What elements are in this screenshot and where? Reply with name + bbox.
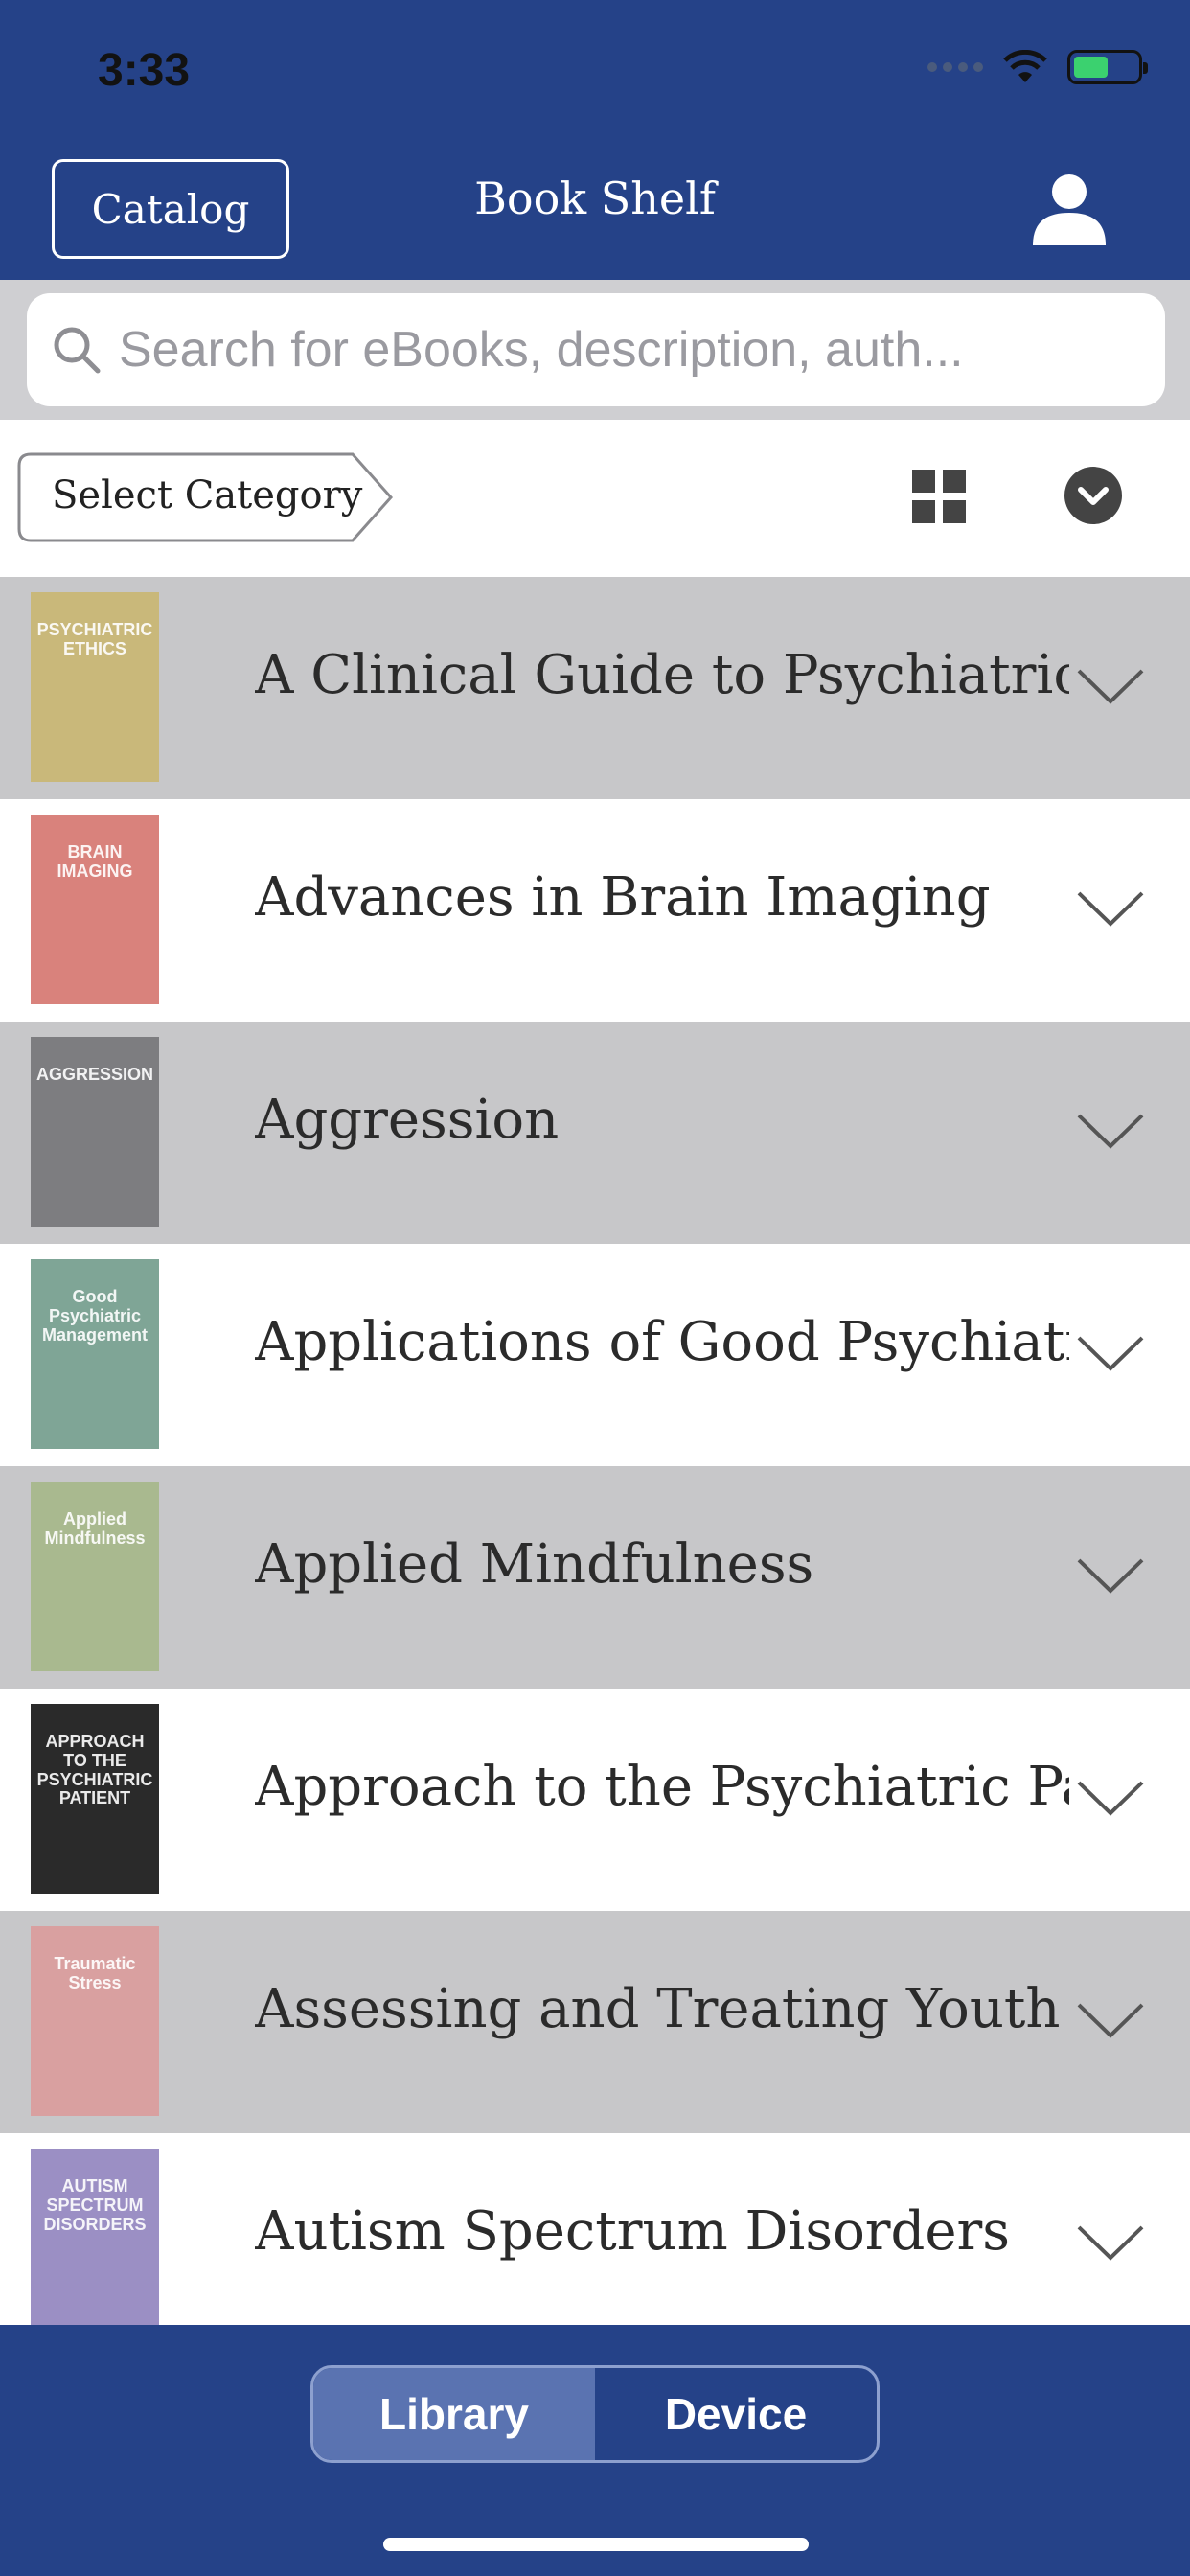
chevron-down-icon[interactable] bbox=[1075, 1999, 1146, 2041]
search-icon bbox=[54, 327, 101, 374]
book-row[interactable]: Good Psychiatric Management Applications… bbox=[0, 1244, 1190, 1466]
home-indicator bbox=[383, 2538, 809, 2551]
select-category-label: Select Category bbox=[52, 473, 363, 518]
cover-title-text: PSYCHIATRIC ETHICS bbox=[36, 620, 153, 658]
book-title: Aggression bbox=[255, 1089, 560, 1151]
book-row[interactable]: PSYCHIATRIC ETHICS A Clinical Guide to P… bbox=[0, 577, 1190, 799]
book-cover: Traumatic Stress bbox=[31, 1926, 159, 2116]
search-input[interactable] bbox=[119, 321, 1134, 379]
chevron-down-icon[interactable] bbox=[1075, 665, 1146, 707]
book-cover: AUTISM SPECTRUM DISORDERS bbox=[31, 2149, 159, 2325]
filter-bar: Select Category bbox=[0, 420, 1190, 577]
book-cover: Applied Mindfulness bbox=[31, 1482, 159, 1671]
book-cover: APPROACH TO THE PSYCHIATRIC PATIENT bbox=[31, 1704, 159, 1894]
book-cover: BRAIN IMAGING bbox=[31, 815, 159, 1004]
chevron-down-icon[interactable] bbox=[1075, 1777, 1146, 1819]
book-cover: PSYCHIATRIC ETHICS bbox=[31, 592, 159, 782]
battery-icon bbox=[1067, 50, 1148, 84]
user-profile-icon[interactable] bbox=[1029, 171, 1110, 247]
cover-title-text: BRAIN IMAGING bbox=[57, 842, 133, 881]
book-row[interactable]: BRAIN IMAGING Advances in Brain Imaging bbox=[0, 799, 1190, 1022]
book-title: A Clinical Guide to Psychiatric... bbox=[255, 644, 1069, 706]
book-title: Autism Spectrum Disorders bbox=[255, 2200, 1011, 2263]
book-title: Applications of Good Psychiatri... bbox=[255, 1311, 1069, 1373]
book-row[interactable]: APPROACH TO THE PSYCHIATRIC PATIENT Appr… bbox=[0, 1689, 1190, 1911]
tab-library[interactable]: Library bbox=[313, 2368, 595, 2460]
cover-title-text: APPROACH TO THE PSYCHIATRIC PATIENT bbox=[36, 1732, 153, 1808]
app-header: 3:33 Catalog Book Shelf bbox=[0, 0, 1190, 280]
book-cover: AGGRESSION bbox=[31, 1037, 159, 1227]
sort-dropdown-icon[interactable] bbox=[1064, 466, 1123, 525]
search-box[interactable] bbox=[27, 293, 1165, 406]
cover-title-text: Good Psychiatric Management bbox=[41, 1287, 149, 1345]
signal-icon bbox=[927, 62, 983, 72]
book-row[interactable]: Traumatic Stress Assessing and Treating … bbox=[0, 1911, 1190, 2133]
bottom-bar: Library Device bbox=[0, 2325, 1190, 2576]
grid-view-icon[interactable] bbox=[912, 470, 966, 523]
cover-title-text: Traumatic Stress bbox=[54, 1954, 136, 1992]
search-bar-container bbox=[0, 280, 1190, 420]
select-category-button[interactable]: Select Category bbox=[17, 452, 395, 542]
book-title: Advances in Brain Imaging bbox=[255, 866, 991, 929]
wifi-icon bbox=[1003, 50, 1047, 82]
book-cover: Good Psychiatric Management bbox=[31, 1259, 159, 1449]
chevron-down-icon[interactable] bbox=[1075, 2221, 1146, 2264]
book-title: Assessing and Treating Youth E... bbox=[255, 1978, 1069, 2040]
book-row[interactable]: AGGRESSION Aggression bbox=[0, 1022, 1190, 1244]
status-time: 3:33 bbox=[98, 45, 191, 96]
book-list: PSYCHIATRIC ETHICS A Clinical Guide to P… bbox=[0, 577, 1190, 2325]
library-device-segmented-control: Library Device bbox=[310, 2365, 880, 2463]
book-row[interactable]: Applied Mindfulness Applied Mindfulness bbox=[0, 1466, 1190, 1689]
chevron-down-icon[interactable] bbox=[1075, 1332, 1146, 1374]
book-title: Approach to the Psychiatric Pat... bbox=[255, 1756, 1069, 1818]
cover-title-text: Applied Mindfulness bbox=[44, 1509, 146, 1548]
chevron-down-icon[interactable] bbox=[1075, 1554, 1146, 1597]
tab-device[interactable]: Device bbox=[595, 2368, 877, 2460]
page-title: Book Shelf bbox=[474, 172, 716, 224]
cover-title-text: AUTISM SPECTRUM DISORDERS bbox=[43, 2176, 147, 2234]
book-row[interactable]: AUTISM SPECTRUM DISORDERS Autism Spectru… bbox=[0, 2133, 1190, 2325]
status-icons bbox=[927, 50, 1148, 84]
book-title: Applied Mindfulness bbox=[255, 1533, 814, 1596]
cover-title-text: AGGRESSION bbox=[35, 1065, 154, 1084]
chevron-down-icon[interactable] bbox=[1075, 887, 1146, 930]
chevron-down-icon[interactable] bbox=[1075, 1110, 1146, 1152]
